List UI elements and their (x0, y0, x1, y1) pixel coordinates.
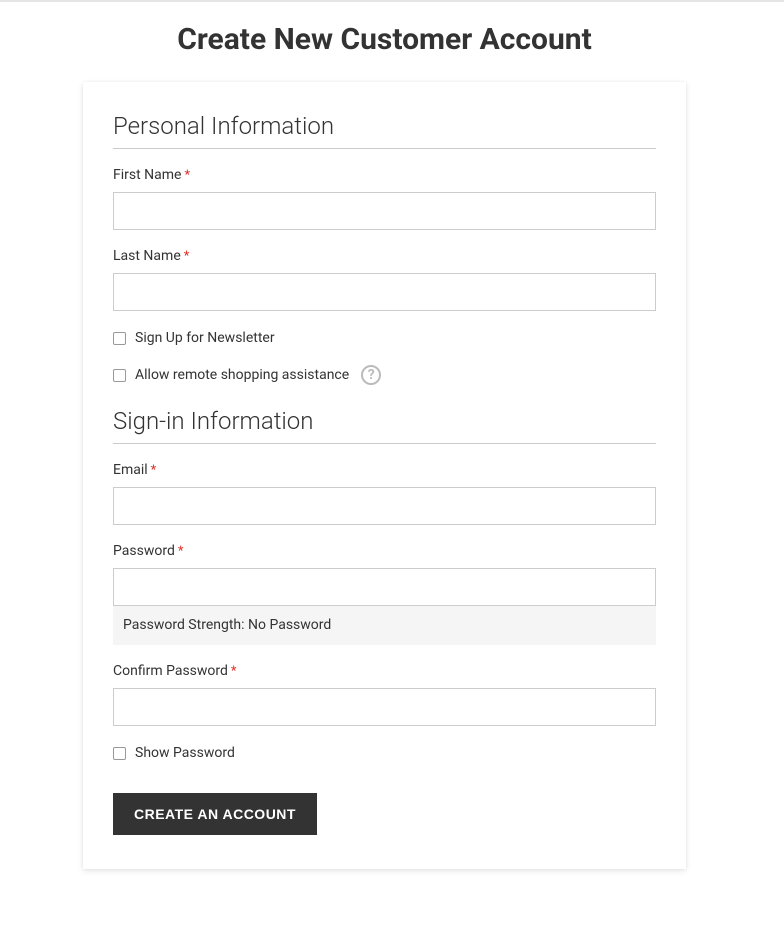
password-strength-value: No Password (248, 617, 331, 633)
password-label-text: Password (113, 543, 175, 559)
remote-assist-checkbox[interactable] (113, 369, 126, 382)
remote-assist-label[interactable]: Allow remote shopping assistance (135, 367, 349, 383)
last-name-input[interactable] (113, 273, 656, 311)
show-password-row: Show Password (113, 745, 656, 761)
first-name-input[interactable] (113, 192, 656, 230)
newsletter-checkbox[interactable] (113, 332, 126, 345)
last-name-label-text: Last Name (113, 248, 181, 264)
show-password-label[interactable]: Show Password (135, 745, 235, 761)
confirm-password-input[interactable] (113, 688, 656, 726)
required-asterisk: * (151, 463, 157, 478)
email-field: Email* (113, 462, 656, 525)
first-name-field: First Name* (113, 167, 656, 230)
email-label: Email* (113, 462, 656, 478)
password-label: Password* (113, 543, 656, 559)
show-password-checkbox[interactable] (113, 747, 126, 760)
password-input[interactable] (113, 568, 656, 606)
signin-info-legend: Sign-in Information (113, 407, 656, 444)
create-account-form: Personal Information First Name* Last Na… (83, 82, 686, 869)
password-strength-prefix: Password Strength: (123, 617, 248, 633)
required-asterisk: * (231, 664, 237, 679)
last-name-field: Last Name* (113, 248, 656, 311)
confirm-password-label-text: Confirm Password (113, 663, 228, 679)
last-name-label: Last Name* (113, 248, 656, 264)
email-input[interactable] (113, 487, 656, 525)
required-asterisk: * (184, 168, 190, 183)
personal-info-legend: Personal Information (113, 112, 656, 149)
newsletter-label[interactable]: Sign Up for Newsletter (135, 330, 275, 346)
top-divider (0, 0, 784, 2)
confirm-password-label: Confirm Password* (113, 663, 656, 679)
create-account-button[interactable]: CREATE AN ACCOUNT (113, 793, 317, 835)
required-asterisk: * (178, 544, 184, 559)
page-title: Create New Customer Account (0, 22, 784, 57)
password-strength-meter: Password Strength: No Password (113, 605, 656, 645)
confirm-password-field: Confirm Password* (113, 663, 656, 726)
password-field: Password* Password Strength: No Password (113, 543, 656, 645)
first-name-label-text: First Name (113, 167, 181, 183)
newsletter-row: Sign Up for Newsletter (113, 330, 656, 346)
first-name-label: First Name* (113, 167, 656, 183)
help-icon[interactable]: ? (361, 365, 381, 385)
required-asterisk: * (184, 249, 190, 264)
remote-assist-row: Allow remote shopping assistance ? (113, 365, 656, 385)
email-label-text: Email (113, 462, 148, 478)
